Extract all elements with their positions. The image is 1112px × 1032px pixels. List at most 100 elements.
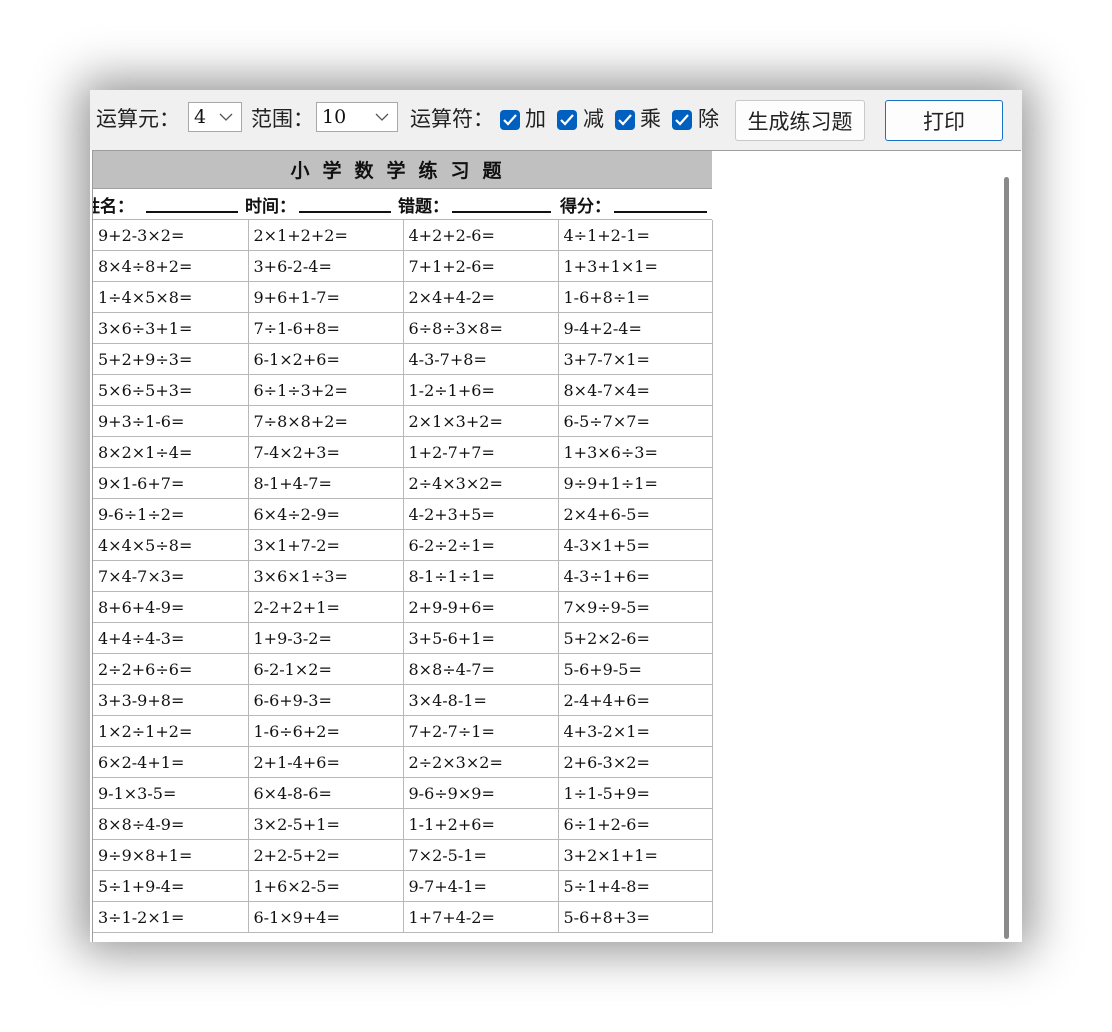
problem-cell: 4+3-2×1= xyxy=(557,715,713,747)
chevron-down-icon xyxy=(219,113,233,121)
problem-cell: 5-6+8+3= xyxy=(557,901,713,933)
problems-table: 9+2-3×2= 2×1+2+2= 4+2+2-6= 4÷1+2-1= 8×4÷8+2=… xyxy=(93,220,713,933)
problem-cell: 9-4+2-4= xyxy=(557,312,713,344)
problem-cell: 5÷1+9-4= xyxy=(93,870,249,902)
range-value: 10 xyxy=(322,106,347,128)
errors-blank xyxy=(452,211,551,213)
print-button[interactable]: 打印 xyxy=(885,100,1003,141)
operand-label: 运算元： xyxy=(96,107,180,131)
table-row: 9-6÷1÷2= 6×4÷2-9= 4-2+3+5= 2×4+6-5= xyxy=(93,498,713,530)
table-row: 7×4-7×3= 3×6×1÷3= 8-1÷1÷1= 4-3÷1+6= xyxy=(93,560,713,592)
worksheet-view[interactable]: 小学数学练习题 姓名： 时间： 错题： 得分： 9+2-3×2=2×1+2+2=… xyxy=(90,150,1022,942)
problem-cell: 3+5-6+1= xyxy=(402,622,559,654)
problem-cell: 2×1+2+2= xyxy=(247,220,404,251)
problem-cell: 6÷1÷3+2= xyxy=(247,374,404,406)
worksheet-info-row: 姓名： 时间： 错题： 得分： xyxy=(93,189,712,220)
checkbox-multiply[interactable] xyxy=(615,110,635,130)
generate-button[interactable]: 生成练习题 xyxy=(735,100,865,141)
table-row: 5+2+9÷3= 6-1×2+6= 4-3-7+8= 3+7-7×1= xyxy=(93,343,713,375)
operand-count-select[interactable]: 4 xyxy=(188,102,242,132)
vertical-scrollbar[interactable] xyxy=(1004,177,1009,939)
problem-cell: 9-6÷9×9= xyxy=(402,777,559,809)
problem-cell: 7×4-7×3= xyxy=(93,560,249,592)
problem-cell: 8×8÷4-9= xyxy=(93,808,249,840)
problem-cell: 2÷2×3×2= xyxy=(402,746,559,778)
table-row: 8×2×1÷4= 7-4×2+3= 1+2-7+7= 1+3×6÷3= xyxy=(93,436,713,468)
problem-cell: 8+6+4-9= xyxy=(93,591,249,623)
problem-cell: 2÷2+6÷6= xyxy=(93,653,249,685)
problem-cell: 4-3÷1+6= xyxy=(557,560,713,592)
checkbox-subtract[interactable] xyxy=(557,110,577,130)
table-row: 9-1×3-5= 6×4-8-6= 9-6÷9×9= 1÷1-5+9= xyxy=(93,777,713,809)
problem-cell: 6×4÷2-9= xyxy=(247,498,404,530)
score-blank xyxy=(614,211,707,213)
problem-cell: 1×2÷1+2= xyxy=(93,715,249,747)
problem-cell: 5+2×2-6= xyxy=(557,622,713,654)
problem-cell: 9+6+1-7= xyxy=(247,281,404,313)
table-row: 5÷1+9-4= 1+6×2-5= 9-7+4-1= 5÷1+4-8= xyxy=(93,870,713,902)
table-row: 1÷4×5×8= 9+6+1-7= 2×4+4-2= 1-6+8÷1= xyxy=(93,281,713,313)
problem-cell: 5+2+9÷3= xyxy=(93,343,249,375)
operand-count-value: 4 xyxy=(194,106,207,128)
checkmark-icon xyxy=(503,114,517,126)
problem-cell: 8×8÷4-7= xyxy=(402,653,559,685)
checkmark-icon xyxy=(560,114,574,126)
checkbox-add[interactable] xyxy=(500,110,520,130)
problem-cell: 5÷1+4-8= xyxy=(557,870,713,902)
problem-cell: 9+3÷1-6= xyxy=(93,405,249,437)
problem-cell: 3×6÷3+1= xyxy=(93,312,249,344)
errors-label: 错题： xyxy=(398,197,449,217)
problem-cell: 9÷9+1÷1= xyxy=(557,467,713,499)
range-label: 范围： xyxy=(251,107,314,131)
problem-cell: 2-4+4+6= xyxy=(557,684,713,716)
time-blank xyxy=(299,211,391,213)
problem-cell: 7÷8×8+2= xyxy=(247,405,404,437)
checkbox-divide[interactable] xyxy=(672,110,692,130)
problem-cell: 4-3×1+5= xyxy=(557,529,713,561)
problem-cell: 1-6+8÷1= xyxy=(557,281,713,313)
problem-cell: 2×4+6-5= xyxy=(557,498,713,530)
problem-cell: 3+6-2-4= xyxy=(247,250,404,282)
range-select[interactable]: 10 xyxy=(316,102,398,132)
problem-cell: 6-5÷7×7= xyxy=(557,405,713,437)
table-row: 5×6÷5+3= 6÷1÷3+2= 1-2÷1+6= 8×4-7×4= xyxy=(93,374,713,406)
problem-cell: 2+2-5+2= xyxy=(247,839,404,871)
problem-cell: 6÷1+2-6= xyxy=(557,808,713,840)
toolbar: 运算元： 4 范围： 10 运算符： 加 减 乘 除 生成练习题 打印 xyxy=(90,90,1022,150)
problem-cell: 6×4-8-6= xyxy=(247,777,404,809)
problem-cell: 9-7+4-1= xyxy=(402,870,559,902)
operator-label: 运算符： xyxy=(410,107,494,131)
problem-cell: 2×1×3+2= xyxy=(402,405,559,437)
table-row: 6×2-4+1= 2+1-4+6= 2÷2×3×2= 2+6-3×2= xyxy=(93,746,713,778)
checkbox-divide-label: 除 xyxy=(698,107,719,131)
problem-cell: 1+3+1×1= xyxy=(557,250,713,282)
problem-cell: 3+2×1+1= xyxy=(557,839,713,871)
problem-cell: 7×9÷9-5= xyxy=(557,591,713,623)
problem-cell: 3+3-9+8= xyxy=(93,684,249,716)
problem-cell: 7-4×2+3= xyxy=(247,436,404,468)
problem-cell: 6-2÷2÷1= xyxy=(402,529,559,561)
table-row: 2÷2+6÷6= 6-2-1×2= 8×8÷4-7= 5-6+9-5= xyxy=(93,653,713,685)
problem-cell: 8×4÷8+2= xyxy=(93,250,249,282)
problem-cell: 8-1+4-7= xyxy=(247,467,404,499)
problem-cell: 2+9-9+6= xyxy=(402,591,559,623)
app-window: 运算元： 4 范围： 10 运算符： 加 减 乘 除 生成练习题 打印 小学数学… xyxy=(90,90,1022,942)
problem-cell: 7+2-7÷1= xyxy=(402,715,559,747)
worksheet: 小学数学练习题 姓名： 时间： 错题： 得分： 9+2-3×2=2×1+2+2=… xyxy=(93,151,713,933)
problem-cell: 1+7+4-2= xyxy=(402,901,559,933)
problem-cell: 3+7-7×1= xyxy=(557,343,713,375)
score-label: 得分： xyxy=(560,197,611,217)
problem-cell: 2+1-4+6= xyxy=(247,746,404,778)
table-row: 9+2-3×2= 2×1+2+2= 4+2+2-6= 4÷1+2-1= xyxy=(93,220,713,251)
worksheet-title: 小学数学练习题 xyxy=(93,151,712,189)
table-row: 9×1-6+7= 8-1+4-7= 2÷4×3×2= 9÷9+1÷1= xyxy=(93,467,713,499)
problem-cell: 1+6×2-5= xyxy=(247,870,404,902)
problem-cell: 7×2-5-1= xyxy=(402,839,559,871)
problem-cell: 2×4+4-2= xyxy=(402,281,559,313)
checkbox-multiply-label: 乘 xyxy=(640,107,661,131)
table-row: 8×8÷4-9= 3×2-5+1= 1-1+2+6= 6÷1+2-6= xyxy=(93,808,713,840)
problem-cell: 1+9-3-2= xyxy=(247,622,404,654)
time-label: 时间： xyxy=(245,197,296,217)
problem-cell: 1+2-7+7= xyxy=(402,436,559,468)
problem-cell: 5-6+9-5= xyxy=(557,653,713,685)
